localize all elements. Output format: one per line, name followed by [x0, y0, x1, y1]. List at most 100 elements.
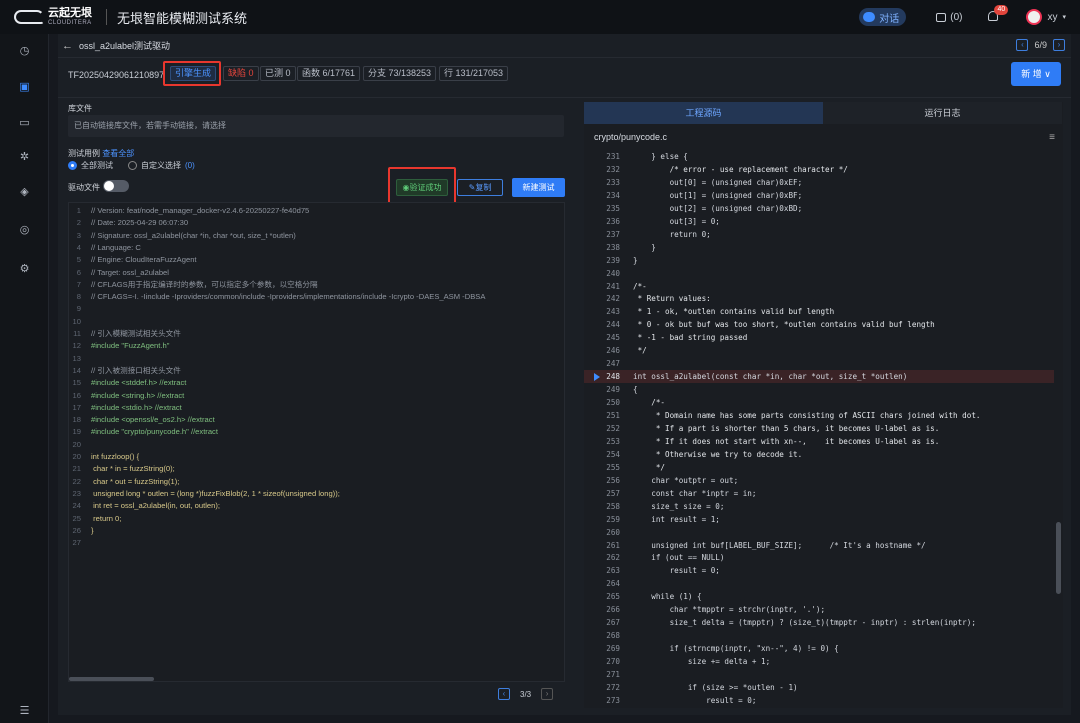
tested-badge[interactable]: 已测 0	[260, 66, 296, 81]
bug-icon[interactable]: ✲	[19, 152, 30, 163]
horizontal-scrollbar[interactable]	[69, 677, 154, 681]
notifications-button[interactable]: 40	[988, 5, 1009, 23]
menu-icon[interactable]: ≡	[1049, 132, 1055, 143]
code-text: int fuzzloop() {	[91, 452, 140, 461]
line-number: 6	[76, 267, 81, 277]
code-text: * 1 - ok, *outlen contains valid buf len…	[633, 307, 835, 317]
source-code-line: 252 * If a part is shorter than 5 chars,…	[584, 422, 1054, 435]
source-code-line: 246 */	[584, 344, 1054, 357]
breadcrumb: ← ossl_a2ulabel测试驱动 ‹ 6/9 ›	[58, 34, 1071, 58]
code-text: if (strncmp(inptr, "xn--", 4) != 0) {	[633, 644, 839, 654]
source-code-view[interactable]: 231 } else {232 /* error - use replaceme…	[584, 150, 1054, 708]
code-text: size += delta + 1;	[633, 657, 771, 667]
tab-run-log[interactable]: 运行日志	[823, 102, 1062, 124]
source-code-line: 268	[584, 629, 1054, 642]
radio-all-tests[interactable]: 全部测试	[68, 160, 113, 171]
line-number: 257	[606, 488, 620, 498]
code-text: int ossl_a2ulabel(const char *in, char *…	[633, 372, 908, 382]
prev-page-button[interactable]: ‹	[1016, 39, 1029, 51]
user-menu[interactable]: xy ▾	[1026, 9, 1066, 25]
source-code-line: 273 result = 0;	[584, 694, 1054, 707]
radio-custom-select[interactable]: 自定义选择 (0)	[128, 160, 195, 171]
source-code-line: 264	[584, 577, 1054, 590]
code-text: // Version: feat/node_manager_docker-v2.…	[91, 206, 310, 215]
new-button[interactable]: 新 增 ∨	[1011, 62, 1061, 86]
back-arrow-icon[interactable]: ←	[62, 40, 73, 52]
code-text: out[0] = (unsigned char)0xEF;	[633, 177, 803, 187]
lines-badge[interactable]: 行 131/217053	[439, 66, 509, 81]
code-text: }	[91, 525, 94, 535]
current-line-arrow-icon	[594, 373, 600, 382]
code-text: #include "FuzzAgent.h"	[91, 341, 170, 351]
line-number: 249	[606, 385, 620, 395]
logo[interactable]: 云起无垠 CLOUDITERA	[14, 8, 92, 26]
driver-code-line: 22 char * out = fuzzString(1);	[69, 476, 180, 488]
lib-label: 库文件	[68, 104, 92, 113]
source-code-line: 231 } else {	[584, 150, 1054, 163]
chat-button[interactable]: 对话	[859, 8, 907, 26]
line-number: 21	[72, 464, 81, 474]
driver-code-editor[interactable]: 1 // Version: feat/node_manager_docker-v2…	[68, 202, 565, 682]
clock-icon[interactable]: ◷	[19, 46, 30, 57]
line-number: 20	[72, 452, 81, 461]
line-number: 10	[72, 316, 81, 326]
line-number: 27	[72, 538, 81, 548]
divider	[106, 9, 107, 25]
line-number: 253	[606, 436, 620, 446]
menu-icon[interactable]: ☰	[19, 706, 30, 717]
source-code-line: 266 char *tmpptr = strchr(inptr, '.');	[584, 603, 1054, 616]
code-text: size_t size = 0;	[633, 501, 725, 511]
source-code-line: 239}	[584, 254, 1054, 267]
copy-button[interactable]: ✎复制	[457, 179, 503, 196]
driver-code-line: 20 int fuzzloop() {	[69, 451, 140, 463]
driver-label: 驱动文件	[68, 183, 100, 192]
code-text: // Target: ossl_a2ulabel	[91, 267, 169, 277]
vertical-scrollbar[interactable]	[1056, 522, 1061, 594]
top-bar: 云起无垠 CLOUDITERA 无垠智能模糊测试系统 对话 (0) 40 xy …	[0, 0, 1080, 34]
next-page-button[interactable]: ›	[1053, 39, 1065, 51]
line-number: 245	[606, 333, 620, 343]
code-text: // Date: 2025-04-29 06:07:30	[91, 218, 189, 228]
tasks-button[interactable]: (0)	[936, 12, 962, 23]
file-path: crypto/punycode.c	[594, 132, 668, 142]
target-icon[interactable]: ◎	[19, 225, 30, 236]
driver-code-line: 8 // CFLAGS=-I. -Iinclude -Iproviders/com…	[69, 291, 486, 303]
functions-badge[interactable]: 函数 6/17761	[297, 66, 361, 81]
driver-code-line: 10	[69, 316, 91, 328]
driver-toggle[interactable]	[103, 180, 129, 192]
code-text: }	[633, 242, 656, 252]
settings-icon[interactable]: ⚙	[19, 264, 30, 275]
driver-code-line: 26}	[69, 525, 94, 537]
line-number: 8	[76, 292, 81, 302]
code-text: out[3] = 0;	[633, 216, 720, 226]
source-code-line: 241 /*-	[584, 280, 1054, 293]
view-all-link[interactable]: 查看全部	[102, 149, 134, 158]
folder-icon[interactable]: ▭	[19, 118, 30, 129]
code-text: */	[633, 346, 647, 356]
source-code-line: 257 const char *inptr = in;	[584, 487, 1054, 500]
line-number: 18	[72, 415, 81, 425]
avatar	[1026, 9, 1043, 25]
page-indicator: 6/9	[1034, 40, 1047, 50]
tab-project-source[interactable]: 工程源码	[584, 102, 823, 124]
box-icon[interactable]: ▣	[19, 82, 30, 93]
line-number: 261	[606, 540, 620, 550]
lib-file-input[interactable]: 已自动链接库文件，若需手动链接，请选择	[68, 115, 564, 137]
line-number: 262	[606, 553, 620, 563]
line-number: 20	[72, 439, 81, 449]
driver-code-line: 16 #include <string.h> //extract	[69, 390, 185, 402]
line-number: 232	[606, 164, 620, 174]
user-name: xy	[1047, 11, 1058, 23]
branches-badge[interactable]: 分支 73/138253	[363, 66, 437, 81]
source-code-line: 244 * 0 - ok but buf was too short, *out…	[584, 318, 1054, 331]
source-code-line: 232 /* error - use replacement character…	[584, 163, 1054, 176]
line-number: 248	[606, 372, 620, 382]
prev-driver-button[interactable]: ‹	[498, 688, 510, 700]
layers-icon[interactable]: ◈	[19, 187, 30, 198]
defects-badge[interactable]: 缺陷 0	[223, 66, 259, 81]
line-number: 266	[606, 605, 620, 615]
next-driver-button[interactable]: ›	[541, 688, 554, 700]
line-number: 19	[72, 427, 81, 437]
new-test-button[interactable]: 新建测试	[512, 178, 565, 197]
code-text: const char *inptr = in;	[633, 488, 757, 498]
